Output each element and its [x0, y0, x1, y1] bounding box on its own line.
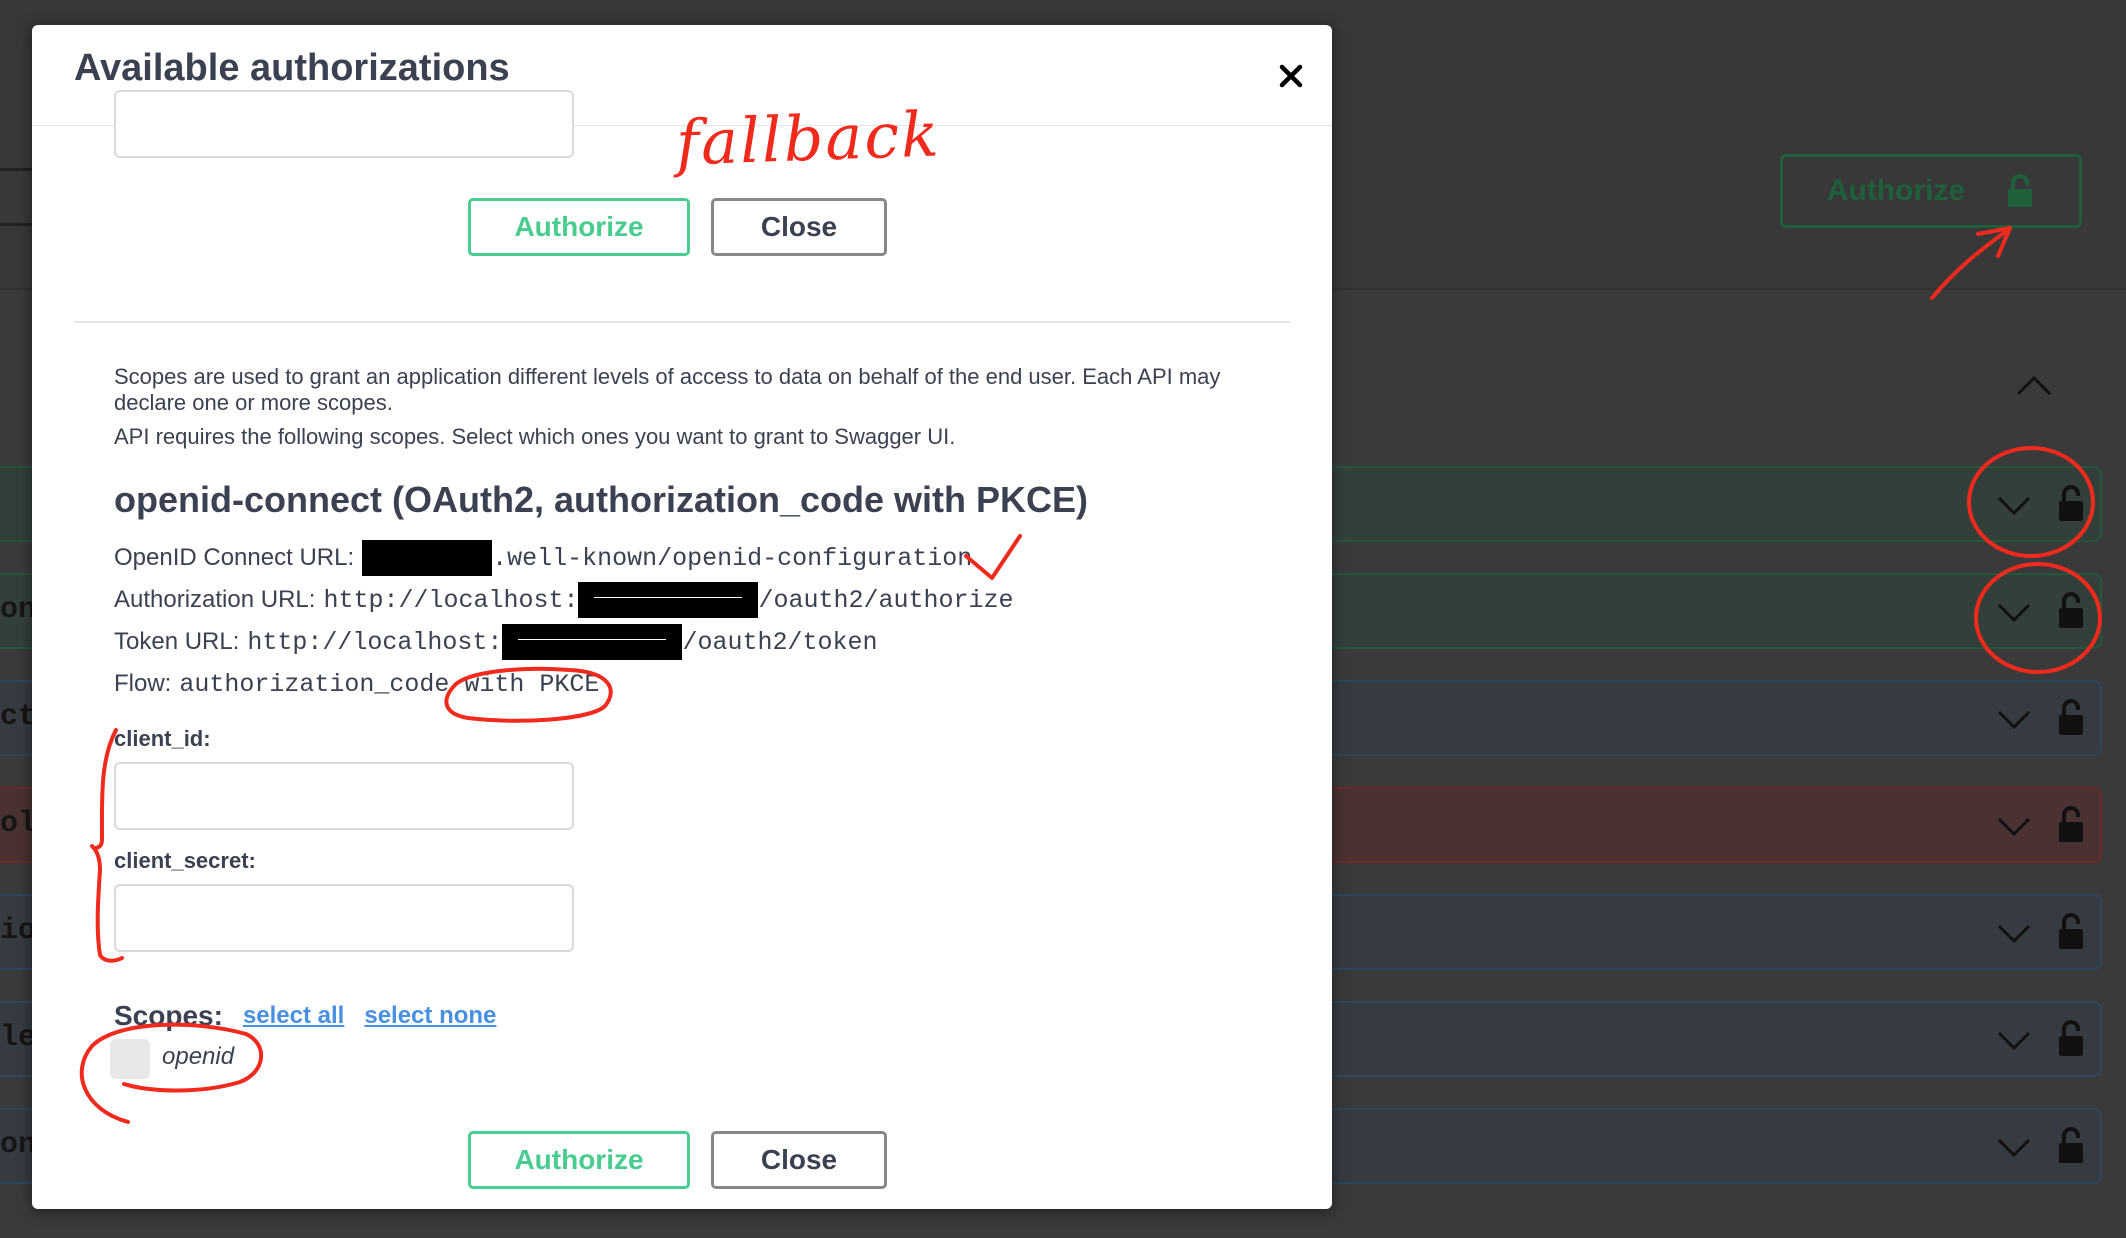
- openid-connect-url-label: OpenID Connect URL:: [114, 544, 355, 571]
- scope-openid-label: openid: [162, 1043, 235, 1070]
- lock-icon[interactable]: [2056, 912, 2086, 950]
- scope-openid-checkbox[interactable]: [110, 1039, 150, 1079]
- token-url-label: Token URL:: [114, 628, 240, 655]
- client-secret-input[interactable]: [114, 884, 574, 952]
- redacted-block: [362, 540, 493, 576]
- lock-icon[interactable]: [2056, 591, 2086, 629]
- lock-icon[interactable]: [2056, 484, 2086, 522]
- redacted-block: [578, 582, 759, 618]
- scopes-description: Scopes are used to grant an application …: [114, 364, 1221, 415]
- chevron-down-icon[interactable]: [1996, 920, 2032, 948]
- chevron-down-icon[interactable]: [1996, 813, 2032, 841]
- authorize-button[interactable]: Authorize: [468, 1131, 690, 1189]
- row-side-text: on c: [0, 1128, 34, 1162]
- chevron-down-icon[interactable]: [1996, 1027, 2032, 1055]
- openid-connect-url-value: .well-known/openid-configuration: [492, 543, 973, 573]
- redacted-block: [502, 624, 683, 660]
- scopes-instruction: API requires the following scopes. Selec…: [114, 424, 956, 449]
- lock-icon: [2008, 174, 2033, 207]
- modal-close-button[interactable]: [1270, 55, 1312, 97]
- select-none-link[interactable]: select none: [364, 1002, 496, 1030]
- token-url-line: Token URL: http://localhost: /oauth2/tok…: [114, 622, 877, 662]
- flow-line: Flow: authorization_code with PKCE: [114, 664, 599, 704]
- token-url-prefix: http://localhost:: [247, 627, 503, 657]
- client-id-input[interactable]: [114, 762, 574, 830]
- flow-label: Flow:: [114, 670, 172, 697]
- previous-scheme-input[interactable]: [114, 90, 574, 158]
- chevron-down-icon[interactable]: [1996, 492, 2032, 520]
- openid-connect-url-line: OpenID Connect URL: .well-known/openid-c…: [114, 538, 972, 578]
- modal-body: Authorize Close Scopes are used to grant…: [32, 90, 1332, 1209]
- authorization-url-label: Authorization URL:: [114, 586, 316, 613]
- authorization-url-suffix: /oauth2/authorize: [758, 585, 1014, 615]
- background-authorize-label: Authorize: [1826, 174, 1966, 207]
- section-divider: [74, 321, 1290, 323]
- lock-icon[interactable]: [2056, 1126, 2086, 1164]
- row-side-text: lec: [0, 1021, 34, 1055]
- row-side-text: olle: [0, 807, 34, 841]
- authorization-url-line: Authorization URL: http://localhost: /oa…: [114, 580, 1014, 620]
- row-side-text: on: [0, 593, 34, 627]
- flow-value: authorization_code with PKCE: [179, 669, 600, 699]
- token-url-suffix: /oauth2/token: [682, 627, 878, 657]
- scopes-title: Scopes:: [114, 1000, 223, 1031]
- close-button[interactable]: Close: [711, 1131, 887, 1189]
- close-icon: [1279, 64, 1303, 88]
- authorize-button[interactable]: Authorize: [468, 198, 690, 256]
- row-side-text: cti: [0, 700, 34, 734]
- authorization-url-prefix: http://localhost:: [323, 585, 579, 615]
- client-id-label: client_id:: [114, 726, 211, 751]
- background-authorize-button[interactable]: Authorize: [1780, 154, 2082, 228]
- chevron-down-icon[interactable]: [1996, 599, 2032, 627]
- scheme-title: openid-connect (OAuth2, authorization_co…: [114, 479, 1089, 520]
- lock-icon[interactable]: [2056, 698, 2086, 736]
- select-all-link[interactable]: select all: [243, 1002, 344, 1030]
- close-button[interactable]: Close: [711, 198, 887, 256]
- modal-title: Available authorizations: [74, 47, 510, 89]
- authorizations-modal: Available authorizations Authorize Close…: [32, 25, 1332, 1209]
- client-secret-label: client_secret:: [114, 848, 256, 873]
- background-tab: [0, 168, 36, 226]
- chevron-down-icon[interactable]: [1996, 1134, 2032, 1162]
- row-side-text: io: [0, 914, 34, 948]
- lock-icon[interactable]: [2056, 1019, 2086, 1057]
- scopes-header: Scopes: select all select none: [114, 996, 516, 1036]
- chevron-down-icon[interactable]: [1996, 706, 2032, 734]
- lock-icon[interactable]: [2056, 805, 2086, 843]
- chevron-up-icon[interactable]: [2014, 370, 2054, 400]
